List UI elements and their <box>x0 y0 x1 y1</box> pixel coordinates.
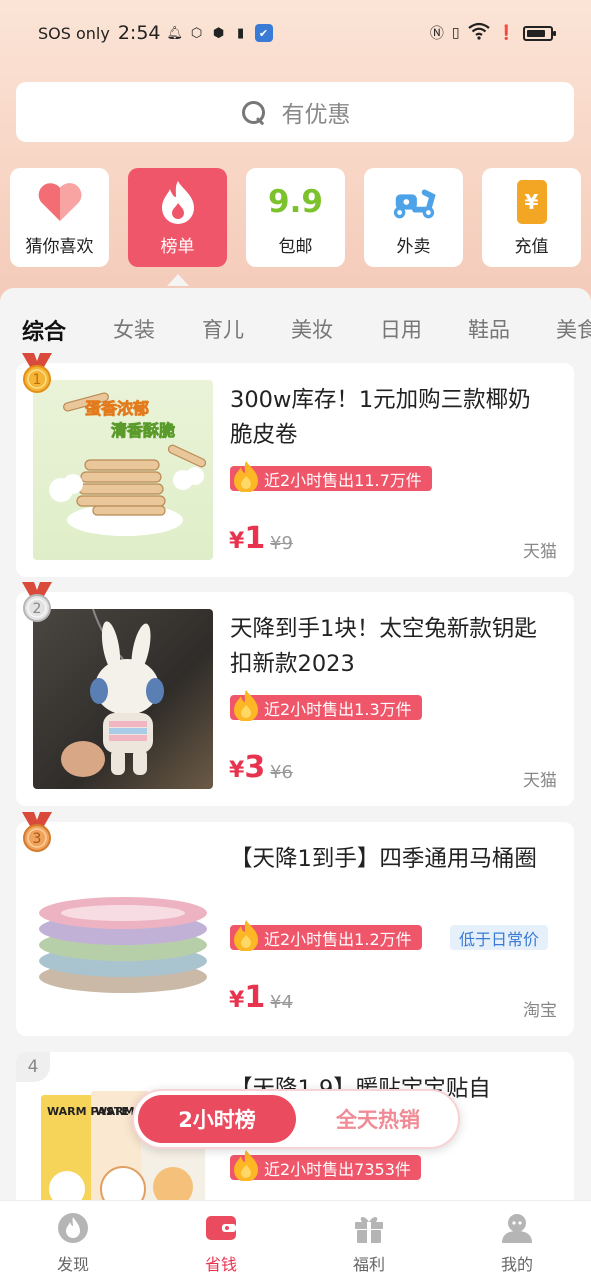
svg-text:1: 1 <box>33 372 42 388</box>
flame-icon <box>234 1150 258 1181</box>
quick-nav-guess-you-like[interactable]: 猜你喜欢 <box>10 168 109 267</box>
product-image <box>33 609 213 789</box>
toggle-2hour-ranking[interactable]: 2小时榜 <box>138 1095 296 1143</box>
product-title: 天降到手1块！太空兔新款钥匙扣新款2023 <box>230 616 537 677</box>
sales-tag: 近2小时售出7353件 <box>230 1150 421 1181</box>
quick-nav-label: 外卖 <box>396 237 431 257</box>
clock-time: 2:54 <box>117 22 161 44</box>
product-image: 蛋香浓郁 清香酥脆 <box>33 380 213 560</box>
rank-number: 4 <box>16 1052 50 1082</box>
quick-nav-recharge[interactable]: ¥ 充值 <box>482 168 581 267</box>
nfc-icon: Ⓝ <box>429 26 444 42</box>
rank-medal-gold: 1 <box>20 353 54 395</box>
shop-name: 淘宝 <box>523 1001 557 1021</box>
vibrate-icon: ▯ <box>451 25 460 41</box>
sales-tag: 近2小时售出1.2万件 <box>230 920 422 951</box>
flame-icon <box>234 920 258 951</box>
box-icon: ⬡ <box>190 25 203 41</box>
nav-profile[interactable]: 我的 <box>477 1211 557 1275</box>
image-text: 清香酥脆 <box>111 421 175 440</box>
product-title: 300w库存！1元加购三款椰奶脆皮卷 <box>230 387 531 448</box>
quick-nav-label: 充值 <box>514 237 549 257</box>
price: ¥1 <box>229 521 266 556</box>
wallet-icon <box>206 1216 236 1240</box>
battery-icon <box>523 25 556 41</box>
bell-icon: 🔔︎ <box>166 25 184 41</box>
nine-nine-icon: 9.9 <box>268 184 323 220</box>
ranking-period-toggle: 2小时榜 全天热销 <box>132 1089 460 1149</box>
nav-discover[interactable]: 发现 <box>33 1211 113 1275</box>
phone-recharge-icon: ¥ <box>508 178 556 226</box>
shop-name: 天猫 <box>523 771 557 791</box>
below-usual-price-tag: 低于日常价 <box>450 925 549 950</box>
tab-beauty[interactable]: 美妆 <box>291 314 333 344</box>
shield-icon: ⬢ <box>212 25 225 41</box>
original-price: ¥6 <box>270 762 293 783</box>
flame-icon <box>154 178 202 226</box>
quick-nav-free-shipping[interactable]: 9.9 包邮 <box>246 168 345 267</box>
active-tile-pointer <box>167 274 189 286</box>
original-price: ¥4 <box>270 992 293 1013</box>
product-card[interactable]: 蛋香浓郁 清香酥脆 300w库存！1元加购三款椰奶脆皮卷 近2小时售出11.7万… <box>16 353 574 577</box>
flame-icon <box>234 461 258 492</box>
nav-benefits[interactable]: 福利 <box>329 1211 409 1275</box>
profile-icon <box>502 1214 532 1243</box>
toggle-all-day-hot[interactable]: 全天热销 <box>300 1095 456 1143</box>
sim-icon: ▮ <box>236 25 245 41</box>
original-price: ¥9 <box>270 533 293 554</box>
tab-parenting[interactable]: 育儿 <box>202 314 244 344</box>
sales-text: 近2小时售出1.3万件 <box>264 699 412 719</box>
sales-text: 近2小时售出11.7万件 <box>264 470 422 490</box>
quick-nav-ranking[interactable]: 榜单 <box>128 168 227 267</box>
price: ¥3 <box>229 750 266 785</box>
product-title: 【天降1到手】四季通用马桶圈 <box>230 846 537 872</box>
wifi-icon <box>467 22 490 44</box>
ranking-panel: 综合 女装 育儿 美妆 日用 鞋品 美食 蛋香浓郁 清香酥脆 300w库存！1元… <box>0 288 591 1200</box>
quick-nav-takeout[interactable]: 外卖 <box>364 168 463 267</box>
sales-tag: 近2小时售出11.7万件 <box>230 461 432 492</box>
tab-food[interactable]: 美食 <box>556 314 591 344</box>
sales-text: 近2小时售出1.2万件 <box>264 929 412 949</box>
price: ¥1 <box>229 980 266 1015</box>
sales-text: 近2小时售出7353件 <box>264 1159 411 1179</box>
search-placeholder: 有优惠 <box>281 102 351 128</box>
tab-womens-wear[interactable]: 女装 <box>113 314 155 344</box>
search-icon <box>240 99 266 125</box>
status-bar: SOS only 2:54 🔔︎ ⬡ ⬢ ▮ ✔ Ⓝ ▯ ❗ <box>0 0 591 66</box>
rank-medal-silver: 2 <box>20 582 54 624</box>
gift-icon <box>355 1217 383 1243</box>
flame-icon <box>234 690 258 721</box>
svg-text:2: 2 <box>33 601 42 617</box>
quick-nav: 猜你喜欢 榜单 9.9 包邮 外卖 ¥ 充值 <box>10 168 585 268</box>
search-bar[interactable]: 有优惠 <box>16 82 574 142</box>
tab-shoes[interactable]: 鞋品 <box>468 314 510 344</box>
product-card[interactable]: 【天降1到手】四季通用马桶圈 近2小时售出1.2万件 低于日常价 ¥1 ¥4 淘… <box>16 812 574 1036</box>
discover-flame-icon <box>58 1213 88 1243</box>
product-image <box>33 839 213 1019</box>
quick-nav-label: 榜单 <box>160 237 195 257</box>
svg-text:3: 3 <box>33 831 42 847</box>
category-tabs: 综合 女装 育儿 美妆 日用 鞋品 美食 <box>0 302 591 358</box>
carrier-text: SOS only <box>38 23 110 43</box>
alert-icon: ❗ <box>497 25 515 41</box>
tab-daily-use[interactable]: 日用 <box>380 314 422 344</box>
shop-name: 天猫 <box>523 542 557 562</box>
rank-medal-bronze: 3 <box>20 812 54 854</box>
heart-icon <box>36 178 84 226</box>
quick-nav-label: 猜你喜欢 <box>25 237 94 257</box>
app-notification-icon: ✔ <box>254 24 273 42</box>
image-text: 蛋香浓郁 <box>85 399 149 418</box>
tab-comprehensive[interactable]: 综合 <box>22 314 66 346</box>
sales-tag: 近2小时售出1.3万件 <box>230 690 422 721</box>
quick-nav-label: 包邮 <box>278 237 313 257</box>
nav-save-money[interactable]: 省钱 <box>181 1211 261 1275</box>
product-card[interactable]: 天降到手1块！太空兔新款钥匙扣新款2023 近2小时售出1.3万件 ¥3 ¥6 … <box>16 582 574 806</box>
scooter-icon <box>390 178 438 226</box>
bottom-nav: 发现 省钱 福利 我的 <box>0 1200 591 1280</box>
